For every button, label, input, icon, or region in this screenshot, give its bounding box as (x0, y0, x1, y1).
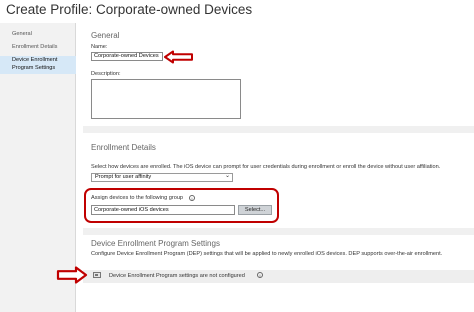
sidebar-item-general[interactable]: General (0, 31, 76, 39)
section-divider (83, 228, 474, 235)
info-icon[interactable]: i (257, 272, 263, 278)
window-title: Create Profile: Corporate-owned Devices (6, 2, 253, 17)
general-heading: General (91, 31, 120, 40)
section-divider (83, 126, 474, 133)
dep-heading: Device Enrollment Program Settings (91, 239, 220, 248)
select-group-button[interactable]: Select... (238, 205, 272, 215)
title-bar: Create Profile: Corporate-owned Devices (0, 0, 474, 22)
enrollment-details-heading: Enrollment Details (91, 143, 156, 152)
name-input[interactable]: Corporate-owned Devices (91, 52, 163, 61)
group-input[interactable]: Corporate-owned iOS devices (91, 205, 235, 215)
red-arrow-icon (56, 266, 88, 284)
assign-group-label: Assign devices to the following group (91, 195, 184, 201)
settings-not-configured-icon (93, 272, 101, 278)
enrollment-description: Select how devices are enrolled. The iOS… (91, 164, 441, 170)
sidebar-item-device-enrollment-program-settings[interactable]: Device Enrollment Program Settings (0, 56, 76, 75)
name-label: Name: (91, 44, 108, 50)
dep-status-text: Device Enrollment Program settings are n… (109, 273, 245, 279)
user-affinity-dropdown[interactable]: Prompt for user affinity ⌄ (91, 173, 233, 182)
user-affinity-selected: Prompt for user affinity (95, 174, 152, 180)
description-textarea[interactable] (91, 79, 241, 119)
info-icon[interactable]: i (189, 195, 195, 201)
description-label: Description: (91, 71, 121, 77)
chevron-down-icon: ⌄ (224, 173, 230, 179)
dep-description: Configure Device Enrollment Program (DEP… (91, 251, 443, 257)
red-arrow-icon (164, 50, 193, 64)
sidebar-item-enrollment-details[interactable]: Enrollment Details (0, 44, 76, 52)
